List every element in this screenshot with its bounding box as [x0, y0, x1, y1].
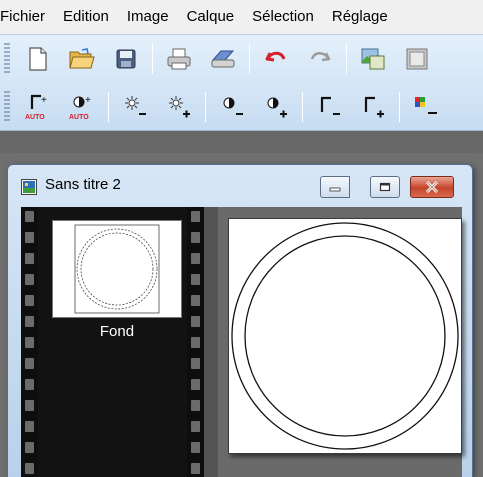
toolbar-separator: [249, 44, 250, 74]
import-image-button[interactable]: [356, 42, 390, 76]
minimize-icon: [329, 187, 341, 192]
contrast-decrease-button[interactable]: [215, 90, 249, 124]
main-toolbar: [0, 37, 483, 81]
adjustments-toolbar: + AUTO + AUTO: [0, 85, 483, 129]
scan-button[interactable]: [206, 42, 240, 76]
menu-image[interactable]: Image: [118, 0, 178, 34]
window-controls: [320, 176, 454, 198]
gamma-auto-button[interactable]: + AUTO: [21, 90, 55, 124]
svg-text:AUTO: AUTO: [25, 114, 45, 121]
menu-bar: Fichier Edition Image Calque Sélection R…: [0, 0, 483, 34]
document-window[interactable]: Sans titre 2 Fond: [7, 164, 473, 477]
workspace-background: [0, 131, 483, 153]
document-title: Sans titre 2: [45, 176, 121, 193]
menu-calque[interactable]: Calque: [178, 0, 244, 34]
image-canvas[interactable]: [228, 218, 462, 454]
filmstrip-divider: [204, 207, 218, 477]
toolbar-grip[interactable]: [4, 91, 10, 123]
contrast-auto-button[interactable]: + AUTO: [65, 90, 99, 124]
brightness-increase-button[interactable]: [162, 90, 196, 124]
gamma-auto-icon: + AUTO: [25, 94, 47, 121]
film-perforations-left: [21, 207, 38, 477]
gamma-decrease-button[interactable]: [312, 90, 346, 124]
export-image-button[interactable]: [400, 42, 434, 76]
print-button[interactable]: [162, 42, 196, 76]
gamma-increase-icon: [364, 96, 384, 118]
toolbars: + AUTO + AUTO: [0, 34, 483, 131]
inner-circle: [244, 235, 446, 437]
contrast-auto-icon: + AUTO: [69, 95, 91, 121]
open-folder-icon: [69, 48, 95, 69]
toolbar-grip[interactable]: [4, 43, 10, 75]
save-button[interactable]: [109, 42, 143, 76]
svg-text:+: +: [85, 95, 91, 106]
toolbar-separator: [399, 92, 400, 122]
document-client-area: Fond: [21, 207, 462, 477]
contrast-increase-icon: [267, 97, 287, 118]
export-image-icon: [406, 48, 428, 70]
outer-circle: [231, 222, 459, 450]
layer-name[interactable]: Fond: [52, 323, 182, 340]
menu-edition[interactable]: Edition: [54, 0, 118, 34]
canvas-drawing: [231, 222, 459, 450]
toolbar-separator: [205, 92, 206, 122]
import-image-icon: [361, 48, 385, 70]
layers-list: Fond: [38, 207, 187, 477]
brightness-decrease-button[interactable]: [118, 90, 152, 124]
contrast-increase-button[interactable]: [259, 90, 293, 124]
document-titlebar[interactable]: Sans titre 2: [8, 165, 472, 207]
scan-icon: [211, 50, 235, 68]
menu-fichier[interactable]: Fichier: [0, 0, 54, 34]
close-icon: [425, 181, 439, 193]
toolbar-separator: [346, 44, 347, 74]
new-document-button[interactable]: [21, 42, 55, 76]
save-disk-icon: [116, 49, 136, 69]
maximize-button[interactable]: [370, 176, 400, 198]
toolbar-separator: [108, 92, 109, 122]
film-perforations-right: [187, 207, 204, 477]
new-document-icon: [29, 47, 47, 71]
gamma-increase-button[interactable]: [356, 90, 390, 124]
gamma-decrease-icon: [320, 96, 340, 115]
brightness-increase-icon: [169, 96, 190, 118]
contrast-decrease-icon: [223, 97, 243, 115]
toolbar-separator: [302, 92, 303, 122]
undo-button[interactable]: [259, 42, 293, 76]
color-balance-icon: [415, 97, 437, 114]
redo-button[interactable]: [303, 42, 337, 76]
layer-thumbnail[interactable]: [52, 220, 182, 318]
canvas-area: [218, 207, 462, 477]
svg-text:AUTO: AUTO: [69, 114, 89, 121]
print-icon: [167, 48, 191, 70]
layers-filmstrip: Fond: [21, 207, 218, 477]
document-icon: [21, 179, 37, 195]
layer-thumbnail-image: [74, 224, 160, 314]
menu-reglage[interactable]: Réglage: [323, 0, 397, 34]
maximize-icon: [379, 182, 391, 192]
minimize-button[interactable]: [320, 176, 350, 198]
toolbar-separator: [152, 44, 153, 74]
color-balance-button[interactable]: [409, 90, 443, 124]
close-button[interactable]: [410, 176, 454, 198]
svg-text:+: +: [41, 95, 47, 106]
menu-selection[interactable]: Sélection: [243, 0, 323, 34]
redo-icon: [310, 52, 331, 62]
open-button[interactable]: [65, 42, 99, 76]
undo-icon: [265, 51, 286, 62]
brightness-decrease-icon: [125, 96, 146, 115]
